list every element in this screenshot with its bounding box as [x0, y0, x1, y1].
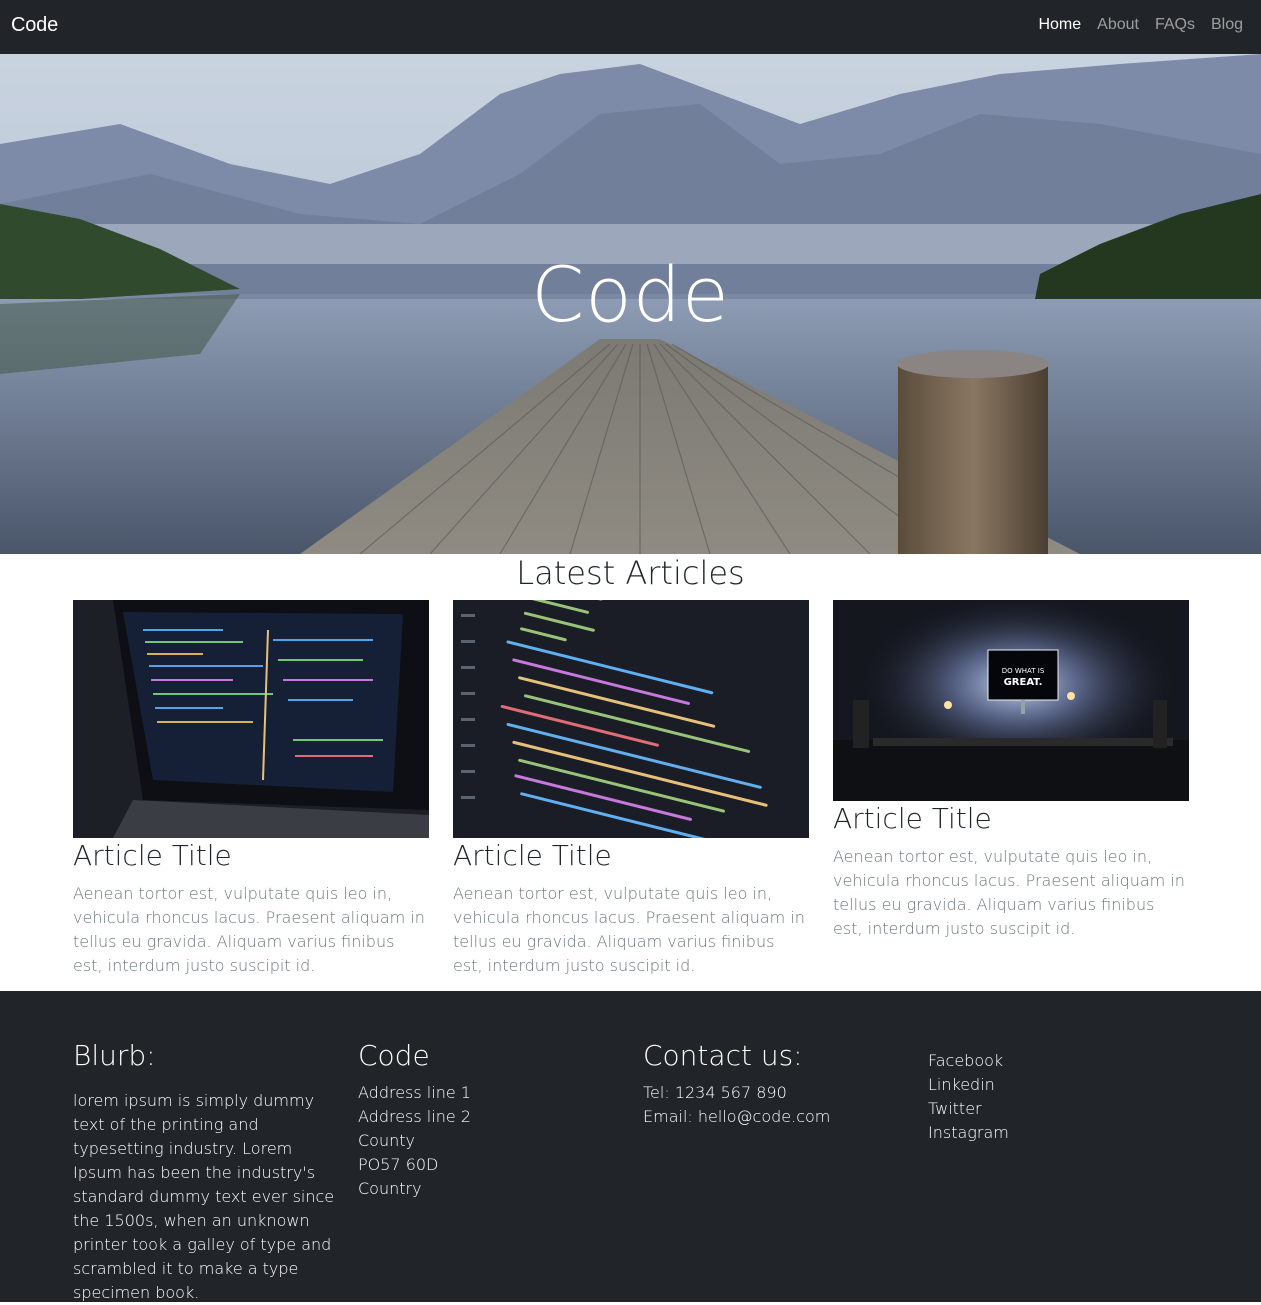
article-excerpt: Aenean tortor est, vulputate quis leo in…: [833, 847, 1185, 938]
article-image-code[interactable]: [453, 600, 809, 838]
social-link-twitter[interactable]: Twitter: [928, 1099, 982, 1118]
latest-articles-heading: Latest Articles: [516, 554, 745, 592]
article-image-laptop[interactable]: [73, 600, 429, 838]
article-card[interactable]: Article Title Aenean tortor est, vulputa…: [453, 600, 809, 978]
footer-blurb: Blurb: lorem ipsum is simply dummy text …: [73, 1039, 335, 1305]
nav-link-blog[interactable]: Blog: [1211, 16, 1243, 34]
footer-contact: Contact us: Tel: 1234 567 890 Email: hel…: [643, 1039, 905, 1129]
article-card[interactable]: DO WHAT IS GREAT. Article Title Aenean t…: [833, 600, 1189, 941]
desk-screen-text-line2: GREAT.: [1004, 677, 1043, 688]
address-line: Address line 2: [358, 1107, 471, 1126]
contact-email[interactable]: Email: hello@code.com: [643, 1105, 905, 1129]
nav-link-about[interactable]: About: [1097, 16, 1139, 34]
footer-address-heading: Code: [358, 1039, 430, 1072]
brand-logo[interactable]: Code: [11, 14, 58, 37]
article-excerpt: Aenean tortor est, vulputate quis leo in…: [73, 884, 425, 975]
address-postcode: PO57 60D: [358, 1155, 439, 1174]
social-link-linkedin[interactable]: Linkedin: [928, 1075, 995, 1094]
article-card[interactable]: Article Title Aenean tortor est, vulputa…: [73, 600, 429, 978]
social-link-instagram[interactable]: Instagram: [928, 1123, 1009, 1142]
hero-title: Code: [531, 250, 730, 339]
desk-screen-text-line1: DO WHAT IS: [1002, 667, 1045, 675]
hero-banner: Code: [0, 54, 1261, 554]
nav-link-faqs[interactable]: FAQs: [1155, 16, 1195, 34]
article-image-desk[interactable]: DO WHAT IS GREAT.: [833, 600, 1189, 801]
footer-blurb-heading: Blurb:: [73, 1039, 156, 1072]
nav-links: Home About FAQs Blog: [1038, 16, 1243, 34]
footer-address: Code Address line 1 Address line 2 Count…: [358, 1039, 620, 1201]
footer-social: Facebook Linkedin Twitter Instagram: [928, 1049, 1190, 1145]
article-title[interactable]: Article Title: [73, 840, 429, 872]
address-line: Address line 1: [358, 1083, 471, 1102]
navbar: Code Home About FAQs Blog: [0, 0, 1261, 54]
article-excerpt: Aenean tortor est, vulputate quis leo in…: [453, 884, 805, 975]
address-country: Country: [358, 1179, 422, 1198]
footer-blurb-text: lorem ipsum is simply dummy text of the …: [73, 1091, 335, 1302]
nav-link-home[interactable]: Home: [1038, 16, 1081, 34]
footer-contact-heading: Contact us:: [643, 1039, 803, 1072]
footer: Blurb: lorem ipsum is simply dummy text …: [0, 991, 1261, 1302]
address-county: County: [358, 1131, 415, 1150]
social-link-facebook[interactable]: Facebook: [928, 1051, 1003, 1070]
article-title[interactable]: Article Title: [453, 840, 809, 872]
contact-phone[interactable]: Tel: 1234 567 890: [643, 1081, 905, 1105]
article-title[interactable]: Article Title: [833, 803, 1189, 835]
